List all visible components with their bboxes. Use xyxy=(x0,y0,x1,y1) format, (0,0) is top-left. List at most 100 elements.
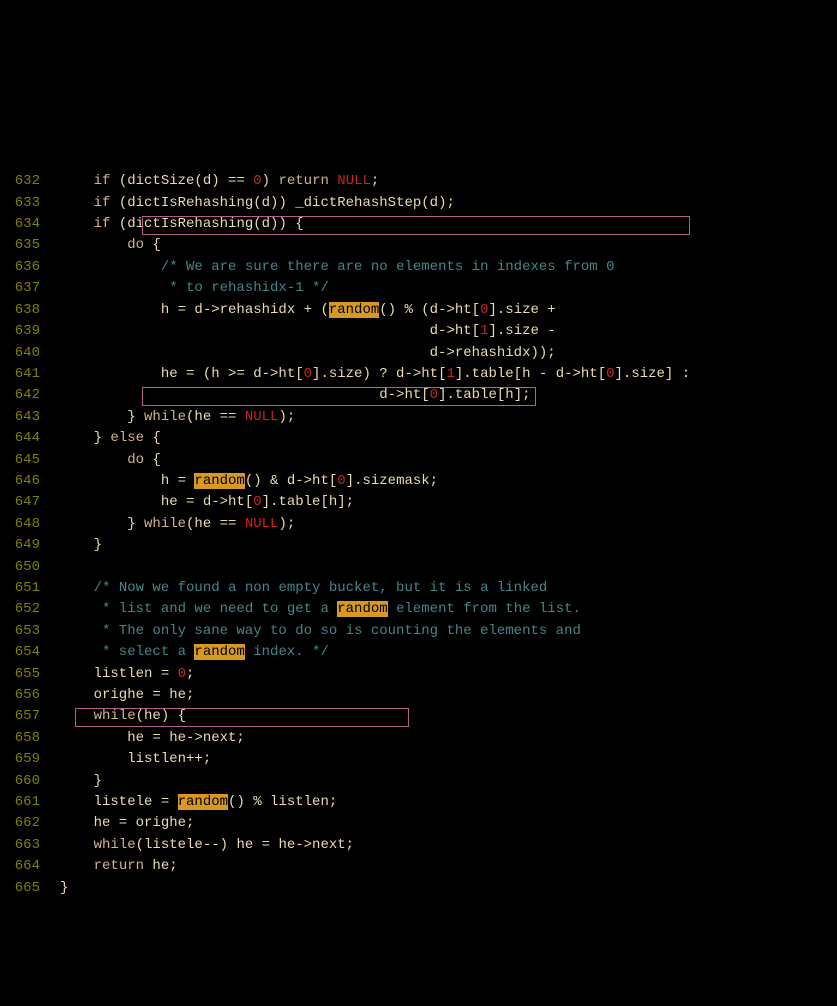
code-line[interactable]: 660 } xyxy=(0,771,837,792)
code-line[interactable]: 661 listele = random() % listlen; xyxy=(0,792,837,813)
highlight-box-2 xyxy=(142,387,536,406)
search-highlight: random xyxy=(329,302,379,318)
code-content[interactable]: listlen = 0; xyxy=(60,664,837,685)
code-content[interactable]: * list and we need to get a random eleme… xyxy=(60,599,837,620)
code-content[interactable]: } xyxy=(60,878,837,899)
code-line[interactable]: 662 he = orighe; xyxy=(0,813,837,834)
code-content[interactable]: } xyxy=(60,771,837,792)
code-line[interactable]: 665} xyxy=(0,878,837,899)
code-content[interactable]: /* Now we found a non empty bucket, but … xyxy=(60,578,837,599)
code-line[interactable]: 656 orighe = he; xyxy=(0,685,837,706)
line-number: 649 xyxy=(0,535,60,556)
highlight-box-3 xyxy=(75,708,409,727)
code-content[interactable]: do { xyxy=(60,450,837,471)
code-content[interactable]: } while(he == NULL); xyxy=(60,407,837,428)
code-content[interactable]: * select a random index. */ xyxy=(60,642,837,663)
code-line[interactable]: 647 he = d->ht[0].table[h]; xyxy=(0,492,837,513)
code-line[interactable]: 635 do { xyxy=(0,235,837,256)
line-number: 643 xyxy=(0,407,60,428)
code-content[interactable]: h = d->rehashidx + (random() % (d->ht[0]… xyxy=(60,300,837,321)
line-number: 658 xyxy=(0,728,60,749)
line-number: 660 xyxy=(0,771,60,792)
highlight-box-1 xyxy=(142,216,690,235)
line-number: 665 xyxy=(0,878,60,899)
line-number: 639 xyxy=(0,321,60,342)
line-number: 648 xyxy=(0,514,60,535)
code-line[interactable]: 639 d->ht[1].size - xyxy=(0,321,837,342)
line-number: 653 xyxy=(0,621,60,642)
code-line[interactable]: 638 h = d->rehashidx + (random() % (d->h… xyxy=(0,300,837,321)
line-number: 657 xyxy=(0,706,60,727)
code-line[interactable]: 658 he = he->next; xyxy=(0,728,837,749)
search-highlight: random xyxy=(194,473,244,489)
code-editor[interactable]: 632 if (dictSize(d) == 0) return NULL;63… xyxy=(0,86,837,899)
line-number: 637 xyxy=(0,278,60,299)
code-line[interactable]: 644 } else { xyxy=(0,428,837,449)
code-content[interactable]: } while(he == NULL); xyxy=(60,514,837,535)
line-number: 662 xyxy=(0,813,60,834)
line-number: 663 xyxy=(0,835,60,856)
code-line[interactable]: 646 h = random() & d->ht[0].sizemask; xyxy=(0,471,837,492)
code-line[interactable]: 651 /* Now we found a non empty bucket, … xyxy=(0,578,837,599)
code-content[interactable]: h = random() & d->ht[0].sizemask; xyxy=(60,471,837,492)
code-line[interactable]: 640 d->rehashidx)); xyxy=(0,343,837,364)
line-number: 654 xyxy=(0,642,60,663)
code-content[interactable]: /* We are sure there are no elements in … xyxy=(60,257,837,278)
code-line[interactable]: 652 * list and we need to get a random e… xyxy=(0,599,837,620)
line-number: 644 xyxy=(0,428,60,449)
line-number: 635 xyxy=(0,235,60,256)
code-line[interactable]: 664 return he; xyxy=(0,856,837,877)
code-content[interactable]: orighe = he; xyxy=(60,685,837,706)
code-line[interactable]: 632 if (dictSize(d) == 0) return NULL; xyxy=(0,171,837,192)
code-content[interactable]: he = d->ht[0].table[h]; xyxy=(60,492,837,513)
code-content[interactable]: he = he->next; xyxy=(60,728,837,749)
code-content[interactable]: if (dictIsRehashing(d)) _dictRehashStep(… xyxy=(60,193,837,214)
code-line[interactable]: 653 * The only sane way to do so is coun… xyxy=(0,621,837,642)
code-content[interactable]: * to rehashidx-1 */ xyxy=(60,278,837,299)
code-content[interactable]: d->rehashidx)); xyxy=(60,343,837,364)
code-content[interactable] xyxy=(60,557,837,578)
code-content[interactable]: } xyxy=(60,535,837,556)
code-content[interactable]: if (dictSize(d) == 0) return NULL; xyxy=(60,171,837,192)
code-line[interactable]: 663 while(listele--) he = he->next; xyxy=(0,835,837,856)
line-number: 650 xyxy=(0,557,60,578)
code-content[interactable]: listlen++; xyxy=(60,749,837,770)
line-number: 646 xyxy=(0,471,60,492)
code-line[interactable]: 650 xyxy=(0,557,837,578)
search-highlight: random xyxy=(337,601,387,617)
line-number: 642 xyxy=(0,385,60,406)
code-content[interactable]: } else { xyxy=(60,428,837,449)
code-content[interactable]: he = orighe; xyxy=(60,813,837,834)
code-line[interactable]: 659 listlen++; xyxy=(0,749,837,770)
code-content[interactable]: return he; xyxy=(60,856,837,877)
code-content[interactable]: while(listele--) he = he->next; xyxy=(60,835,837,856)
code-line[interactable]: 654 * select a random index. */ xyxy=(0,642,837,663)
line-number: 640 xyxy=(0,343,60,364)
line-number: 661 xyxy=(0,792,60,813)
line-number: 638 xyxy=(0,300,60,321)
line-number: 636 xyxy=(0,257,60,278)
code-line[interactable]: 649 } xyxy=(0,535,837,556)
code-line[interactable]: 655 listlen = 0; xyxy=(0,664,837,685)
line-number: 656 xyxy=(0,685,60,706)
code-line[interactable]: 636 /* We are sure there are no elements… xyxy=(0,257,837,278)
code-line[interactable]: 633 if (dictIsRehashing(d)) _dictRehashS… xyxy=(0,193,837,214)
code-line[interactable]: 637 * to rehashidx-1 */ xyxy=(0,278,837,299)
line-number: 647 xyxy=(0,492,60,513)
code-content[interactable]: * The only sane way to do so is counting… xyxy=(60,621,837,642)
search-highlight: random xyxy=(194,644,244,660)
code-line[interactable]: 641 he = (h >= d->ht[0].size) ? d->ht[1]… xyxy=(0,364,837,385)
line-number: 652 xyxy=(0,599,60,620)
line-number: 632 xyxy=(0,171,60,192)
code-content[interactable]: he = (h >= d->ht[0].size) ? d->ht[1].tab… xyxy=(60,364,837,385)
code-line[interactable]: 648 } while(he == NULL); xyxy=(0,514,837,535)
line-number: 664 xyxy=(0,856,60,877)
line-number: 633 xyxy=(0,193,60,214)
line-number: 634 xyxy=(0,214,60,235)
code-content[interactable]: do { xyxy=(60,235,837,256)
code-content[interactable]: listele = random() % listlen; xyxy=(60,792,837,813)
code-line[interactable]: 645 do { xyxy=(0,450,837,471)
code-line[interactable]: 643 } while(he == NULL); xyxy=(0,407,837,428)
code-content[interactable]: d->ht[1].size - xyxy=(60,321,837,342)
line-number: 655 xyxy=(0,664,60,685)
